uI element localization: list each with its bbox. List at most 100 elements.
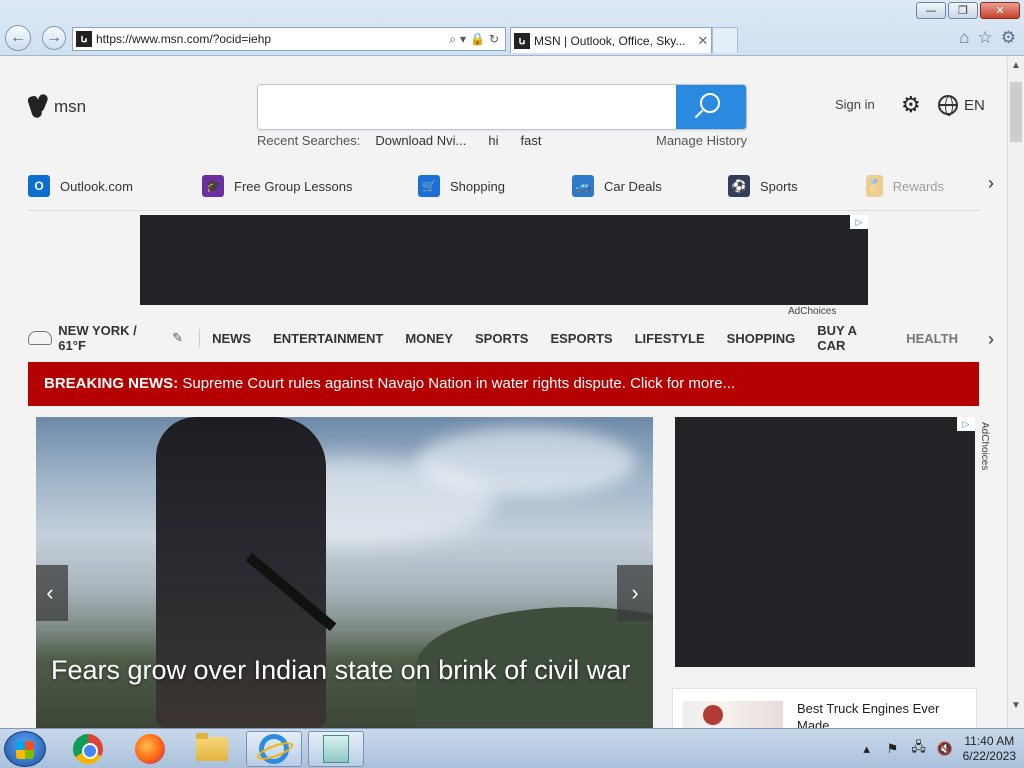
- recent-searches: Recent Searches: Download Nvi... hi fast: [257, 133, 563, 148]
- globe-icon: [938, 95, 958, 116]
- firefox-icon: [135, 734, 165, 764]
- rewards-medal-icon: 🏅: [866, 175, 883, 197]
- clock-time: 11:40 AM: [964, 734, 1015, 748]
- tab-close-icon[interactable]: ✕: [695, 33, 711, 49]
- msn-butterfly-icon: [28, 94, 48, 120]
- address-url[interactable]: https://www.msn.com/?ocid=iehp: [96, 32, 449, 46]
- hero-headline[interactable]: Fears grow over Indian state on brink of…: [51, 653, 631, 688]
- quick-link-sports[interactable]: ⚽ Sports: [728, 175, 798, 197]
- category-news[interactable]: NEWS: [212, 331, 251, 346]
- adchoices-link[interactable]: AdChoices: [788, 306, 836, 317]
- category-esports[interactable]: ESPORTS: [550, 331, 612, 346]
- show-hidden-icons-icon[interactable]: ▴: [859, 741, 875, 757]
- taskbar: ▴ ⚑ 🖧 🔇 11:40 AM 6/22/2023: [0, 728, 1024, 768]
- language-label: EN: [964, 96, 985, 114]
- card-title: Best Truck Engines Ever Made: [797, 701, 940, 728]
- taskbar-file-explorer[interactable]: [184, 731, 240, 767]
- search-box: [257, 84, 747, 130]
- manage-history-link[interactable]: Manage History: [656, 133, 747, 148]
- quick-link-rewards[interactable]: 🏅 Rewards: [866, 175, 944, 197]
- category-lifestyle[interactable]: LIFESTYLE: [635, 331, 705, 346]
- taskbar-firefox[interactable]: [122, 731, 178, 767]
- clock-date: 6/22/2023: [962, 749, 1016, 763]
- graduation-cap-icon: 🎓: [202, 175, 224, 197]
- msn-logo[interactable]: msn: [28, 94, 86, 120]
- quick-link-label: Outlook.com: [60, 178, 133, 194]
- window-controls: — ❐ ✕: [916, 2, 1020, 19]
- ad-info-icon[interactable]: ▷: [850, 215, 868, 229]
- quick-link-label: Car Deals: [604, 178, 662, 194]
- start-button[interactable]: [4, 731, 46, 767]
- hero-carousel[interactable]: Fears grow over Indian state on brink of…: [36, 417, 653, 728]
- quick-link-outlook[interactable]: O Outlook.com: [28, 175, 133, 197]
- tab-msn[interactable]: ꭎ MSN | Outlook, Office, Sky... ✕: [510, 27, 712, 53]
- clock[interactable]: 11:40 AM 6/22/2023: [963, 734, 1016, 764]
- quick-link-free-group-lessons[interactable]: 🎓 Free Group Lessons: [202, 175, 353, 197]
- sports-ball-icon: ⚽: [728, 175, 750, 197]
- scroll-down-icon[interactable]: ▼: [1008, 697, 1024, 714]
- refresh-icon[interactable]: ↻: [489, 32, 499, 47]
- new-tab-button[interactable]: [712, 27, 738, 53]
- recent-search-item[interactable]: hi: [488, 133, 498, 148]
- chevron-down-icon[interactable]: ▾: [460, 32, 466, 47]
- category-buy-a-car[interactable]: BUY A CAR: [817, 323, 884, 353]
- minimize-button[interactable]: —: [916, 2, 946, 19]
- category-entertainment[interactable]: ENTERTAINMENT: [273, 331, 383, 346]
- recent-search-item[interactable]: fast: [521, 133, 542, 148]
- quick-link-label: Shopping: [450, 178, 505, 194]
- favorites-icon[interactable]: ☆: [978, 28, 993, 48]
- sign-in-link[interactable]: Sign in: [835, 97, 875, 112]
- carousel-next-icon[interactable]: ›: [617, 565, 653, 621]
- language-selector[interactable]: EN: [938, 95, 985, 116]
- msn-logo-text: msn: [54, 97, 87, 116]
- back-button[interactable]: ←: [5, 25, 31, 51]
- address-bar[interactable]: ꭎ https://www.msn.com/?ocid=iehp ⌕ ▾ 🔒 ↻: [72, 27, 506, 51]
- quick-link-shopping[interactable]: 🛒 Shopping: [418, 175, 505, 197]
- banner-ad[interactable]: ▷: [140, 215, 868, 305]
- close-button[interactable]: ✕: [980, 2, 1020, 19]
- category-health[interactable]: HEALTH: [906, 331, 958, 346]
- gear-icon[interactable]: ⚙: [901, 94, 921, 116]
- side-ad[interactable]: ▷: [675, 417, 975, 667]
- search-input[interactable]: [258, 85, 676, 129]
- taskbar-notepad[interactable]: [308, 731, 364, 767]
- action-center-flag-icon[interactable]: ⚑: [885, 741, 901, 757]
- volume-muted-icon[interactable]: 🔇: [937, 741, 953, 757]
- msn-favicon-icon: ꭎ: [76, 31, 92, 47]
- taskbar-chrome[interactable]: [60, 731, 116, 767]
- news-card[interactable]: Best Truck Engines Ever Made: [672, 688, 977, 728]
- home-icon[interactable]: ⌂: [959, 28, 969, 48]
- quick-link-label: Sports: [760, 178, 798, 194]
- category-sports[interactable]: SPORTS: [475, 331, 528, 346]
- lock-icon[interactable]: 🔒: [470, 32, 485, 47]
- maximize-button[interactable]: ❐: [948, 2, 978, 19]
- recent-search-item[interactable]: Download Nvi...: [375, 133, 466, 148]
- recent-searches-label: Recent Searches:: [257, 133, 361, 148]
- taskbar-internet-explorer[interactable]: [246, 731, 302, 767]
- category-shopping[interactable]: SHOPPING: [727, 331, 796, 346]
- adchoices-vertical-link[interactable]: AdChoices: [979, 422, 990, 470]
- quick-links-next-icon[interactable]: ›: [988, 173, 994, 194]
- outlook-icon: O: [28, 175, 50, 197]
- quick-link-label: Free Group Lessons: [234, 178, 353, 194]
- search-button[interactable]: [676, 85, 746, 129]
- carousel-prev-icon[interactable]: ‹: [36, 565, 68, 621]
- vertical-scrollbar[interactable]: ▲ ▼: [1007, 57, 1024, 728]
- shopping-cart-icon: 🛒: [418, 175, 440, 197]
- forward-button[interactable]: →: [42, 26, 66, 50]
- weather-widget[interactable]: NEW YORK / 61°F ✎: [28, 323, 183, 353]
- category-money[interactable]: MONEY: [405, 331, 453, 346]
- breaking-news-banner[interactable]: BREAKING NEWS: Supreme Court rules again…: [28, 362, 979, 406]
- scroll-up-icon[interactable]: ▲: [1008, 57, 1024, 74]
- ad-info-icon[interactable]: ▷: [957, 417, 975, 431]
- quick-link-car-deals[interactable]: 🚙 Car Deals: [572, 175, 662, 197]
- scroll-thumb[interactable]: [1010, 82, 1022, 142]
- edit-pencil-icon[interactable]: ✎: [172, 330, 183, 346]
- system-tray: ▴ ⚑ 🖧 🔇 11:40 AM 6/22/2023: [859, 731, 1016, 767]
- settings-icon[interactable]: ⚙: [1001, 28, 1016, 48]
- category-next-icon[interactable]: ›: [988, 329, 994, 350]
- weather-location: NEW YORK / 61°F: [58, 323, 137, 353]
- search-icon[interactable]: ⌕: [449, 32, 456, 47]
- network-icon[interactable]: 🖧: [911, 739, 927, 757]
- breaking-news-label: BREAKING NEWS:: [44, 375, 179, 392]
